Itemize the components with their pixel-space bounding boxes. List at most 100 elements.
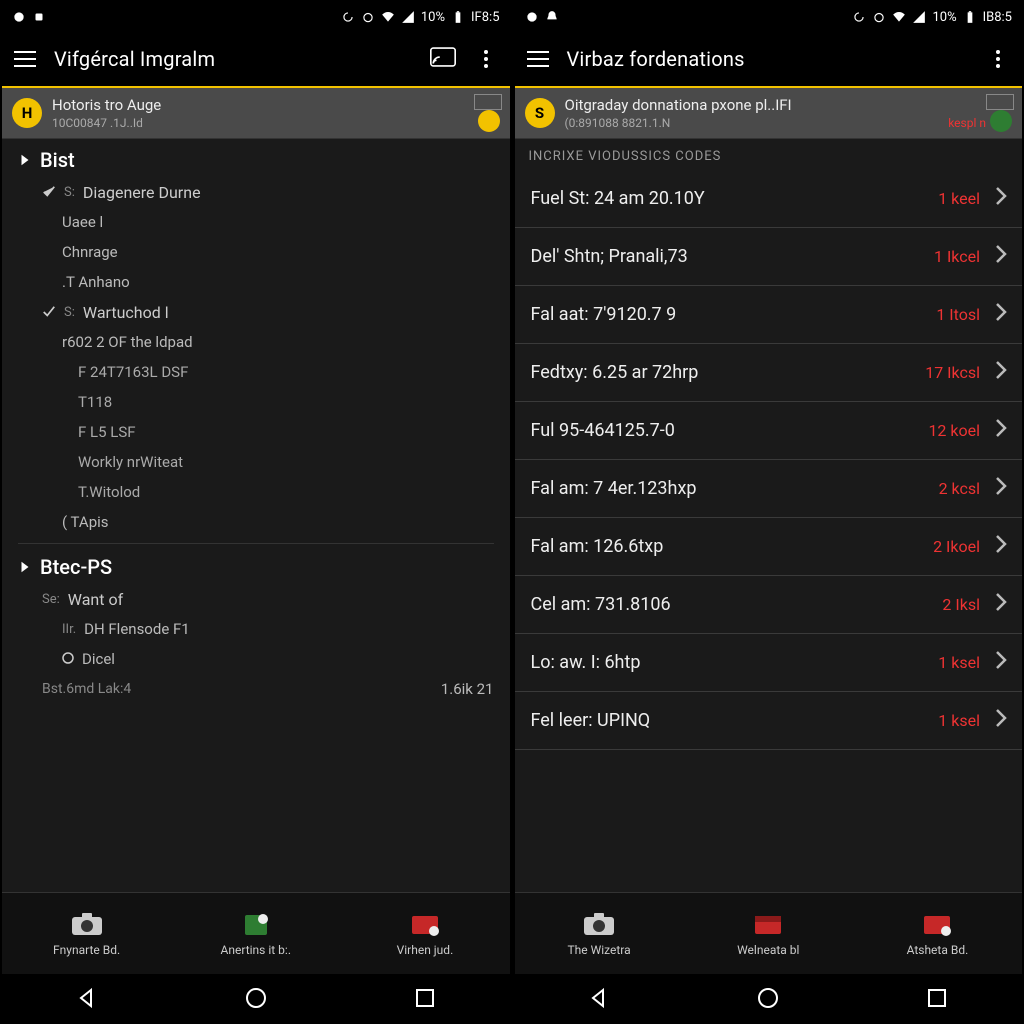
tree-item-prefix: Se: — [42, 592, 60, 607]
code-row[interactable]: Cel am: 731.81062 Iksl — [515, 576, 1023, 634]
phone-right: 10% IB8:5 Virbaz fordenations S Oitgrada… — [512, 0, 1024, 1024]
notification-icon — [12, 10, 26, 24]
code-label: Ful 95-464125.7-0 — [531, 420, 911, 441]
bottom-action-bar: Fnynarte Bd. Anertins it b:. Virhen jud. — [2, 892, 510, 974]
code-label: Fuel St: 24 am 20.10Y — [531, 188, 911, 209]
section-caption: INCRIXE VIODUSSICS CODES — [515, 139, 1023, 170]
code-row[interactable]: Fal am: 126.6txp2 Ikoel — [515, 518, 1023, 576]
app-bar: Vifgércal Imgralm — [2, 32, 510, 86]
code-label: Lo: aw. I: 6htp — [531, 652, 911, 673]
tree-item[interactable]: r602 2 OF the ldpad — [2, 327, 510, 357]
code-list[interactable]: Fuel St: 24 am 20.10Y1 keelDel' Shtn; Pr… — [515, 170, 1023, 892]
tree-item[interactable]: Workly nrWiteat — [2, 447, 510, 477]
notification-icon — [32, 10, 46, 24]
home-button[interactable] — [238, 980, 274, 1016]
action-middle[interactable]: Welneata bl — [684, 893, 853, 974]
code-row[interactable]: Fedtxy: 6.25 ar 72hrp17 Ikcsl — [515, 344, 1023, 402]
code-label: Cel am: 731.8106 — [531, 594, 911, 615]
tree-item[interactable]: T.Witolod — [2, 477, 510, 507]
code-row[interactable]: Ful 95-464125.7-0 12 koel — [515, 402, 1023, 460]
sync-icon — [341, 10, 355, 24]
banner-thumb — [986, 94, 1014, 110]
tree-item[interactable]: Dicel — [2, 644, 510, 674]
action-camera[interactable]: Fnynarte Bd. — [2, 893, 171, 974]
recents-button[interactable] — [919, 980, 955, 1016]
card-icon — [408, 911, 442, 937]
recents-button[interactable] — [407, 980, 443, 1016]
divider — [18, 543, 494, 544]
overflow-menu-icon[interactable] — [474, 50, 498, 68]
tree-item[interactable]: F 24T7163L DSF — [2, 357, 510, 387]
action-right[interactable]: Virhen jud. — [340, 893, 509, 974]
code-row[interactable]: Fuel St: 24 am 20.10Y1 keel — [515, 170, 1023, 228]
overflow-menu-icon[interactable] — [986, 50, 1010, 68]
radio-icon — [62, 650, 74, 668]
code-row[interactable]: Fel leer: UPINQ1 ksel — [515, 692, 1023, 750]
code-badge: 1 ksel — [920, 711, 980, 730]
battery-icon — [963, 10, 977, 24]
home-button[interactable] — [750, 980, 786, 1016]
tree-item-prefix: S: — [64, 305, 75, 320]
tree-group-label: Bist — [40, 148, 75, 172]
info-banner[interactable]: S Oitgraday donnationa pxone pl..IFI (0:… — [515, 86, 1023, 139]
tree-item[interactable]: IIr. DH Flensode F1 — [2, 614, 510, 644]
code-row[interactable]: Fal aat: 7'9120.7 91 Itosl — [515, 286, 1023, 344]
chevron-right-icon — [990, 418, 1012, 443]
banner-chip-icon[interactable] — [478, 110, 500, 132]
tree-item-prefix: IIr. — [62, 622, 76, 637]
chevron-right-icon — [990, 186, 1012, 211]
back-button[interactable] — [69, 980, 105, 1016]
sync-icon — [852, 10, 866, 24]
info-banner[interactable]: H Hotoris tro Auge 10C00847 .1J..Id — [2, 86, 510, 139]
tree-item[interactable]: ( TApis — [2, 507, 510, 537]
chevron-right-icon — [990, 534, 1012, 559]
tree-item[interactable]: Uaee l — [2, 207, 510, 237]
code-row[interactable]: Del' Shtn; Pranali,731 Ikcel — [515, 228, 1023, 286]
signal-icon — [912, 10, 926, 24]
menu-icon[interactable] — [14, 51, 36, 67]
alarm-icon — [361, 10, 375, 24]
cast-icon[interactable] — [430, 47, 456, 71]
action-label: Virhen jud. — [397, 943, 454, 957]
tree-item-label: Wartuchod l — [83, 303, 169, 322]
tree-item-prefix: S: — [64, 185, 75, 200]
signal-icon — [401, 10, 415, 24]
tree-group[interactable]: Bist — [2, 143, 510, 177]
notification-icon — [525, 10, 539, 24]
code-badge: 1 ksel — [920, 653, 980, 672]
clock: IF8:5 — [471, 10, 499, 25]
tree-item[interactable]: Se: Want of — [2, 584, 510, 614]
app-title: Virbaz fordenations — [567, 47, 969, 71]
wifi-icon — [381, 10, 395, 24]
status-bar: 10% IF8:5 — [2, 2, 510, 32]
phone-left: 10% IF8:5 Vifgércal Imgralm H Hotoris tr… — [0, 0, 512, 1024]
banner-badge-icon: H — [12, 98, 42, 128]
tree-item[interactable]: T118 — [2, 387, 510, 417]
code-row[interactable]: Lo: aw. I: 6htp 1 ksel — [515, 634, 1023, 692]
menu-icon[interactable] — [527, 51, 549, 67]
back-button[interactable] — [581, 980, 617, 1016]
banner-title: Oitgraday donnationa pxone pl..IFI — [565, 96, 1013, 114]
tree-item[interactable]: S: Wartuchod l — [2, 297, 510, 327]
chevron-right-icon — [990, 476, 1012, 501]
tree-item[interactable]: S: Diagenere Durne — [2, 177, 510, 207]
chevron-right-icon — [990, 244, 1012, 269]
code-badge: 12 koel — [920, 421, 980, 440]
tree-group-label: Btec-PS — [40, 555, 112, 579]
tree-view[interactable]: Bist S: Diagenere Durne Uaee l Chnrage .… — [2, 139, 510, 892]
code-label: Fal aat: 7'9120.7 9 — [531, 304, 911, 325]
action-right[interactable]: Atsheta Bd. — [853, 893, 1022, 974]
tree-item[interactable]: F L5 LSF — [2, 417, 510, 447]
action-label: Welneata bl — [737, 943, 799, 957]
battery-pct: 10% — [932, 10, 956, 25]
action-camera[interactable]: The Wizetra — [515, 893, 684, 974]
tree-item[interactable]: Chnrage — [2, 237, 510, 267]
tree-group[interactable]: Btec-PS — [2, 550, 510, 584]
code-badge: 2 Ikoel — [920, 537, 980, 556]
banner-chip-icon[interactable] — [990, 110, 1012, 132]
tree-item[interactable]: .T Anhano — [2, 267, 510, 297]
clock: IB8:5 — [983, 10, 1012, 25]
code-row[interactable]: Fal am: 7 4er.123hxp2 kcsl — [515, 460, 1023, 518]
action-middle[interactable]: Anertins it b:. — [171, 893, 340, 974]
alarm-icon — [872, 10, 886, 24]
